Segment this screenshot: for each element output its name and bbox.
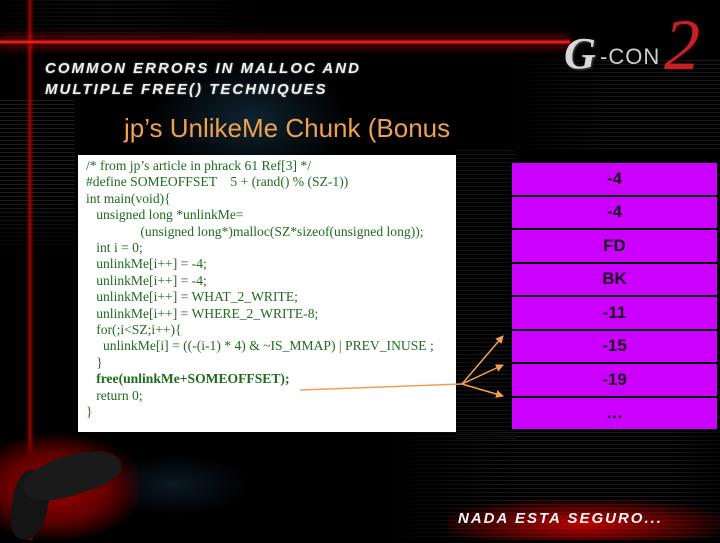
code-line: }	[86, 404, 93, 420]
footer-tagline: Nada esta seguro...	[458, 510, 663, 527]
arrow-to-minus-19	[461, 364, 504, 385]
code-box: /* from jp’s article in phrack 61 Ref[3]…	[78, 155, 456, 432]
header-title: Common Errors in Malloc and Multiple Fre…	[45, 58, 361, 100]
code-line: }	[86, 354, 103, 370]
chunk-cell: -15	[512, 330, 717, 362]
chunk-cell: …	[512, 397, 717, 429]
slide-title: jp’s UnlikeMe Chunk (Bonus	[124, 113, 451, 143]
code-line: /* from jp’s article in phrack 61 Ref[3]…	[86, 158, 311, 173]
code-line: unsigned long *unlinkMe=	[86, 207, 244, 223]
red-horizontal-line	[0, 38, 570, 46]
logo-number: 2	[664, 5, 700, 85]
background-stripes	[0, 0, 260, 40]
chunk-cell: -19	[512, 364, 717, 396]
code-line: for(;i<SZ;i++){	[86, 322, 182, 338]
logo-con: -CON	[600, 44, 661, 69]
header-title-line2: Multiple Free() Techniques	[45, 81, 328, 98]
code-line: unlinkMe[i++] = -4;	[86, 256, 207, 272]
background-stripes	[0, 100, 75, 260]
code-line: unlinkMe[i++] = -4;	[86, 272, 207, 288]
code-line: int i = 0;	[86, 240, 143, 256]
chunk-cell: BK	[512, 263, 717, 295]
code-line: int main(void){	[86, 190, 171, 206]
code-line: unlinkMe[i++] = WHAT_2_WRITE;	[86, 289, 298, 305]
arrow-to-ellipsis	[461, 383, 504, 398]
chunk-cell: -4	[512, 163, 717, 195]
chunk-cell: -11	[512, 297, 717, 329]
code-line: free(unlinkMe+SOMEOFFSET);	[86, 371, 290, 387]
code-line: unlinkMe[i++] = WHERE_2_WRITE-8;	[86, 305, 319, 321]
chunk-diagram: -4 -4 FD BK -11 -15 -19…	[512, 163, 717, 431]
background-stripes	[456, 150, 516, 440]
code-line: (unsigned long*)malloc(SZ*sizeof(unsigne…	[86, 223, 424, 239]
header-title-line1: Common Errors in Malloc and	[45, 60, 361, 77]
code-line: unlinkMe[i] = ((-(i-1) * 4) & ~IS_MMAP) …	[86, 338, 434, 354]
logo-g: G	[564, 29, 596, 78]
code-line: #define SOMEOFFSET 5 + (rand() % (SZ-1))	[86, 174, 349, 190]
chunk-cell: -4	[512, 196, 717, 228]
gcon-logo: G -CON 2	[560, 5, 715, 85]
chunk-cell: FD	[512, 230, 717, 262]
arrow-to-minus-15	[461, 335, 504, 385]
code-line: return 0;	[86, 387, 143, 403]
